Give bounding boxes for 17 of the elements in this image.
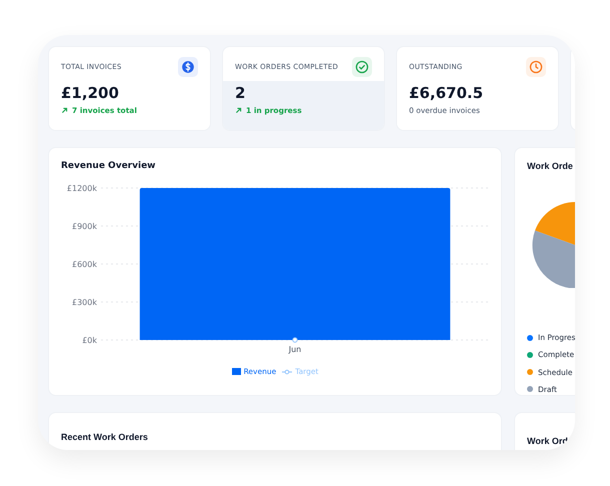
card-title: Work Orde [527,160,574,173]
card-title: Revenue Overview [60,160,156,173]
trend-up-icon [61,107,68,114]
axis-label: Jun [288,345,302,354]
stat-value: £6,670.5 [409,83,484,103]
trend-up-icon [235,107,242,114]
axis-label: £900k [72,222,97,231]
axis-label: £0k [82,336,97,345]
axis-label: £1200k [66,184,97,193]
legend-swatch-icon [232,368,241,376]
stat-value: £1,200 [61,83,120,103]
axis-label: £600k [72,260,97,269]
legend-line-icon [282,368,292,375]
target-point [292,337,298,343]
stat-value: 2 [235,83,246,103]
card-title: Recent Work Orders [61,432,148,442]
axis-label: £300k [72,298,97,307]
